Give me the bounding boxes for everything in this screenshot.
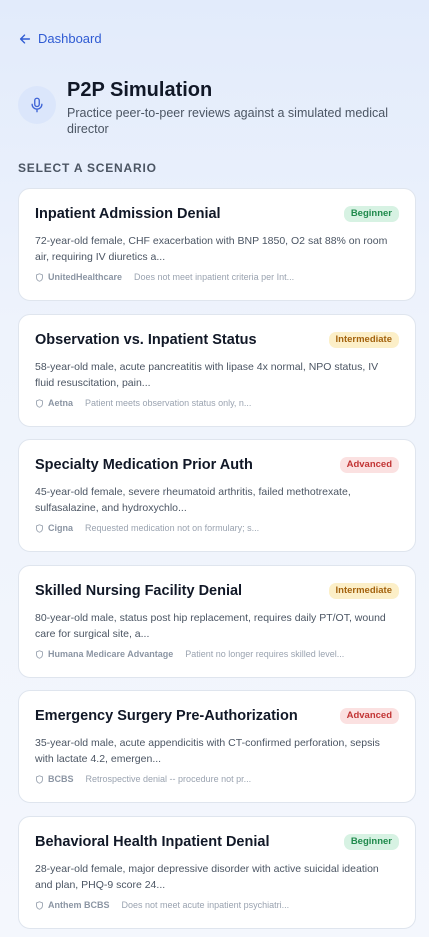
page-header: P2P Simulation Practice peer-to-peer rev… (18, 78, 411, 137)
denial-reason: Does not meet inpatient criteria per Int… (134, 272, 295, 282)
scenario-meta: Cigna Requested medication not on formula… (35, 523, 399, 533)
p2p-simulation-page: Dashboard P2P Simulation Practice peer-t… (0, 0, 429, 937)
payer-name: BCBS (48, 774, 74, 784)
scenario-card[interactable]: Skilled Nursing Facility Denial Intermedi… (18, 565, 416, 678)
scenario-card[interactable]: Observation vs. Inpatient Status Intermed… (18, 314, 416, 427)
scenario-card[interactable]: Emergency Surgery Pre-Authorization Advan… (18, 690, 416, 803)
section-label: SELECT A SCENARIO (18, 161, 157, 175)
difficulty-badge: Intermediate (328, 332, 399, 348)
payer-name: Aetna (48, 398, 74, 408)
scenario-card[interactable]: Behavioral Health Inpatient Denial Beginn… (18, 816, 416, 929)
back-to-dashboard-link[interactable]: Dashboard (18, 31, 102, 46)
difficulty-badge: Beginner (343, 206, 399, 222)
difficulty-badge: Advanced (339, 457, 399, 473)
payer-name: Cigna (48, 523, 74, 533)
scenario-title: Skilled Nursing Facility Denial (35, 583, 243, 599)
scenario-meta: BCBS Retrospective denial -- procedure no… (35, 774, 399, 784)
scenario-title: Emergency Surgery Pre-Authorization (35, 708, 298, 724)
payer-name: Humana Medicare Advantage (48, 649, 174, 659)
shield-icon (36, 272, 43, 282)
scenario-title: Specialty Medication Prior Auth (35, 457, 253, 473)
denial-reason: Patient no longer requires skilled level… (185, 649, 345, 659)
denial-reason: Requested medication not on formulary; s… (85, 523, 260, 533)
scenario-description: 35-year-old male, acute appendicitis wit… (35, 737, 380, 765)
scenario-title: Inpatient Admission Denial (35, 206, 221, 222)
scenario-card[interactable]: Specialty Medication Prior Auth Advanced 4… (18, 439, 416, 552)
mic-icon-badge (18, 86, 56, 124)
denial-reason: Does not meet acute inpatient psychiatri… (121, 900, 290, 910)
scenario-description: 45-year-old female, severe rheumatoid ar… (35, 486, 351, 514)
page-title: P2P Simulation (67, 79, 213, 101)
shield-icon (36, 523, 43, 533)
scenario-title: Behavioral Health Inpatient Denial (35, 834, 270, 850)
payer-name: UnitedHealthcare (48, 272, 123, 282)
scenario-card[interactable]: Inpatient Admission Denial Beginner 72-yea… (18, 188, 416, 301)
microphone-icon (31, 97, 43, 113)
page-subtitle: Practice peer-to-peer reviews against a … (67, 106, 388, 136)
scenario-description: 72-year-old female, CHF exacerbation wit… (35, 235, 388, 263)
shield-icon (36, 774, 43, 784)
shield-icon (36, 649, 43, 659)
shield-icon (36, 398, 43, 408)
scenario-meta: Anthem BCBS Does not meet acute inpatient… (35, 900, 399, 910)
denial-reason: Patient meets observation status only, n… (85, 398, 252, 408)
difficulty-badge: Intermediate (328, 583, 399, 599)
payer-name: Anthem BCBS (48, 900, 110, 910)
scenario-description: 80-year-old male, status post hip replac… (35, 612, 386, 640)
scenario-meta: UnitedHealthcare Does not meet inpatient … (35, 272, 399, 282)
difficulty-badge: Beginner (343, 834, 399, 850)
arrow-left-icon (19, 33, 31, 44)
scenario-meta: Aetna Patient meets observation status on… (35, 398, 399, 408)
difficulty-badge: Advanced (339, 708, 399, 724)
scenario-meta: Humana Medicare Advantage Patient no long… (35, 649, 399, 659)
back-link-label: Dashboard (38, 31, 102, 46)
denial-reason: Retrospective denial -- procedure not pr… (85, 774, 252, 784)
shield-icon (36, 900, 43, 910)
scenario-description: 28-year-old female, major depressive dis… (35, 863, 379, 891)
scenario-description: 58-year-old male, acute pancreatitis wit… (35, 361, 379, 389)
scenario-title: Observation vs. Inpatient Status (35, 332, 257, 348)
